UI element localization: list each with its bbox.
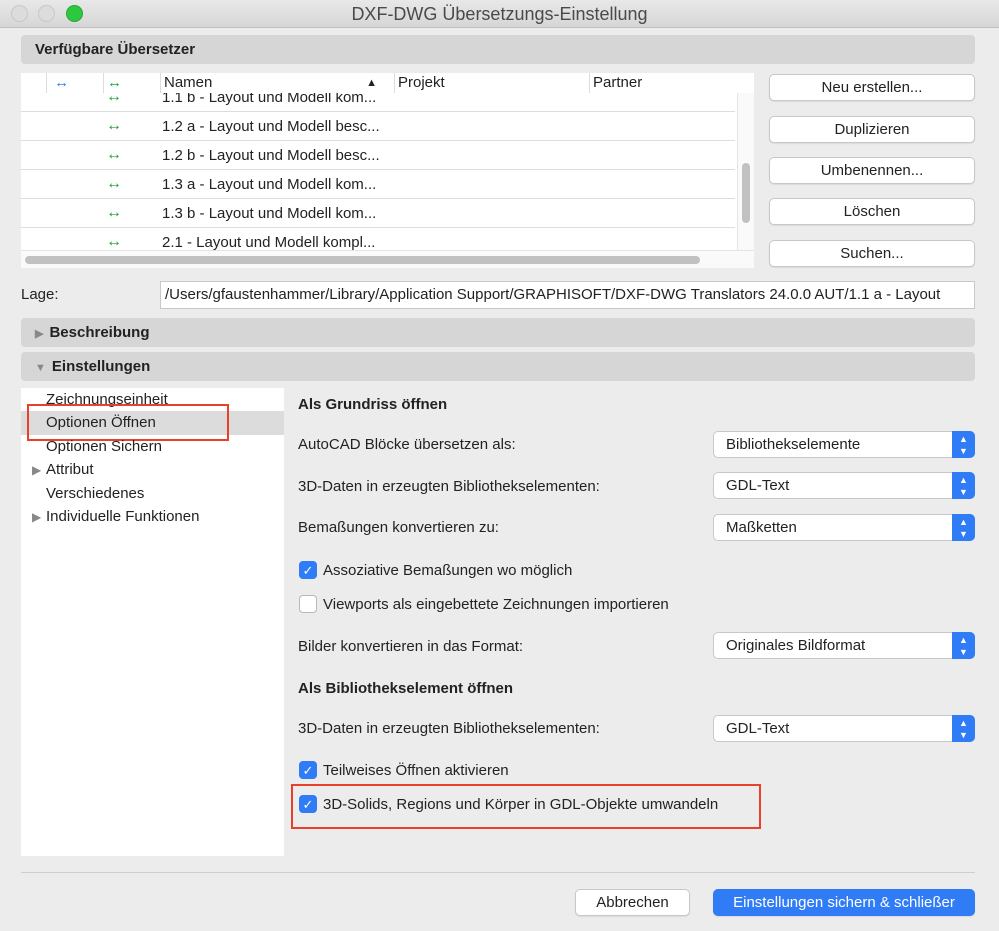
table-row[interactable]: ↔ 1.2 a - Layout und Modell besc...	[21, 112, 735, 141]
tree-item-custom-functions[interactable]: Individuelle Funktionen	[46, 508, 199, 525]
delete-button[interactable]: Löschen	[769, 198, 975, 225]
column-project[interactable]: Projekt	[394, 73, 589, 93]
table-row[interactable]: ↔ 2.1 - Layout und Modell kompl...	[21, 228, 735, 250]
disclosure-collapsed-icon: ▶	[35, 328, 44, 340]
viewports-label: Viewports als eingebettete Zeichnungen i…	[323, 596, 669, 613]
save-close-button[interactable]: Einstellungen sichern & schließer	[713, 889, 975, 916]
location-label: Lage:	[21, 286, 59, 303]
stepper-arrows-icon: ▲ ▼	[952, 632, 975, 659]
partial-open-checkbox[interactable]: ✓	[299, 761, 317, 779]
highlight-box	[27, 404, 229, 441]
lib-data3d-select[interactable]: GDL-Text ▲ ▼	[713, 715, 975, 742]
bidirectional-arrow-icon: ↔	[106, 233, 122, 250]
sort-ascending-icon: ▲	[366, 77, 377, 89]
duplicate-button[interactable]: Duplizieren	[769, 116, 975, 143]
description-section[interactable]: ▶ Beschreibung	[21, 318, 975, 347]
blocks-select[interactable]: Bibliothekselemente ▲ ▼	[713, 431, 975, 458]
data3d-label: 3D-Daten in erzeugten Bibliothekselement…	[298, 478, 600, 495]
assoc-dims-label: Assoziative Bemaßungen wo möglich	[323, 562, 573, 579]
stepper-arrows-icon: ▲ ▼	[952, 472, 975, 499]
disclosure-collapsed-icon[interactable]: ▶	[32, 510, 41, 524]
table-row[interactable]: ↔ 1.3 a - Layout und Modell kom...	[21, 170, 735, 199]
disclosure-collapsed-icon[interactable]: ▶	[32, 463, 41, 477]
footer-divider	[21, 872, 975, 873]
translators-header: Verfügbare Übersetzer	[21, 35, 975, 64]
library-header: Als Bibliothekselement öffnen	[298, 680, 514, 697]
cancel-button[interactable]: Abbrechen	[575, 889, 690, 916]
tree-item-attribute[interactable]: Attribut	[46, 461, 94, 478]
horizontal-scroll-thumb[interactable]	[25, 256, 700, 264]
disclosure-expanded-icon: ▼	[35, 362, 46, 374]
settings-section[interactable]: ▼ Einstellungen	[21, 352, 975, 381]
location-field[interactable]: /Users/gfaustenhammer/Library/Applicatio…	[160, 281, 975, 309]
rename-button[interactable]: Umbenennen...	[769, 157, 975, 184]
dims-label: Bemaßungen konvertieren zu:	[298, 519, 499, 536]
window-title: DXF-DWG Übersetzungs-Einstellung	[351, 4, 648, 24]
data3d-select[interactable]: GDL-Text ▲ ▼	[713, 472, 975, 499]
column-name[interactable]: Namen ▲	[160, 73, 380, 93]
table-row[interactable]: ↔ 1.3 b - Layout und Modell kom...	[21, 199, 735, 228]
stepper-arrows-icon: ▲ ▼	[952, 514, 975, 541]
stepper-arrows-icon: ▲ ▼	[952, 431, 975, 458]
highlight-box	[291, 784, 761, 829]
images-select[interactable]: Originales Bildformat ▲ ▼	[713, 632, 975, 659]
bidirectional-arrow-icon: ↔	[106, 146, 122, 163]
assoc-dims-checkbox[interactable]: ✓	[299, 561, 317, 579]
title-bar: DXF-DWG Übersetzungs-Einstellung	[0, 0, 999, 28]
vertical-scrollbar[interactable]	[737, 93, 754, 250]
new-button[interactable]: Neu erstellen...	[769, 74, 975, 101]
stepper-arrows-icon: ▲ ▼	[952, 715, 975, 742]
partial-open-label: Teilweises Öffnen aktivieren	[323, 762, 509, 779]
dims-select[interactable]: Maßketten ▲ ▼	[713, 514, 975, 541]
tree-item-misc[interactable]: Verschiedenes	[46, 485, 144, 502]
translators-table: ↔ ↔ Namen ▲ Projekt Partner ↔ 1.1 b - Layo…	[21, 73, 754, 268]
import-column-icon[interactable]: ↔	[103, 73, 160, 93]
bidirectional-arrow-icon: ↔	[106, 93, 122, 105]
blocks-label: AutoCAD Blöcke übersetzen als:	[298, 436, 516, 453]
tree-item-save-options[interactable]: Optionen Sichern	[46, 438, 162, 455]
vertical-scroll-thumb[interactable]	[742, 163, 750, 223]
horizontal-scrollbar[interactable]	[21, 250, 754, 268]
settings-tree: Zeichnungseinheit Optionen Öffnen Option…	[21, 388, 284, 856]
bidirectional-arrow-icon: ↔	[106, 204, 122, 221]
search-button[interactable]: Suchen...	[769, 240, 975, 267]
bidirectional-arrow-icon: ↔	[106, 117, 122, 134]
viewports-checkbox[interactable]	[299, 595, 317, 613]
table-row[interactable]: ↔ 1.1 b - Layout und Modell kom...	[21, 93, 735, 112]
images-label: Bilder konvertieren in das Format:	[298, 638, 524, 655]
column-partner[interactable]: Partner	[589, 73, 749, 93]
lib-data3d-label: 3D-Daten in erzeugten Bibliothekselement…	[298, 720, 600, 737]
bidirectional-arrow-icon: ↔	[106, 175, 122, 192]
table-row[interactable]: ↔ 1.2 b - Layout und Modell besc...	[21, 141, 735, 170]
floorplan-header: Als Grundriss öffnen	[298, 396, 448, 413]
export-column-icon[interactable]: ↔	[46, 73, 103, 93]
